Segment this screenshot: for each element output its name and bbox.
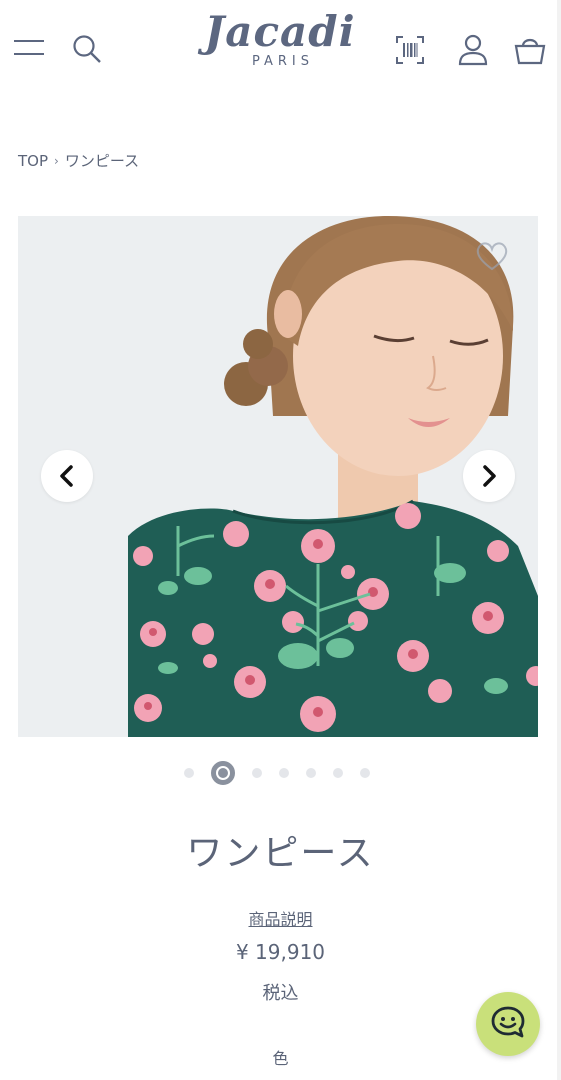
product-description-link[interactable]: 商品説明 — [0, 906, 561, 930]
scrollbar[interactable] — [557, 0, 561, 1080]
color-label: 色 — [272, 1049, 289, 1068]
logo-wordmark: Jacadi — [204, 7, 356, 56]
search-icon[interactable] — [70, 32, 104, 66]
product-title: ワンピース — [186, 833, 375, 874]
header: Jacadi PARIS — [0, 0, 561, 100]
product-photo — [18, 216, 538, 737]
chat-bubble-icon — [490, 1004, 526, 1044]
gallery-dot[interactable] — [305, 768, 316, 778]
gallery-pagination — [0, 760, 561, 786]
gallery-dot[interactable] — [278, 768, 289, 778]
logo-subtitle: PARIS — [251, 54, 315, 69]
gallery-dot[interactable] — [183, 768, 194, 778]
chevron-right-icon[interactable] — [463, 450, 515, 502]
product-image-gallery[interactable] — [18, 216, 538, 737]
tax-note: 税込 — [262, 983, 299, 1004]
gallery-dot[interactable] — [359, 768, 370, 778]
breadcrumb-separator: › — [54, 153, 59, 168]
gallery-dot-active[interactable] — [210, 761, 235, 785]
breadcrumb-home-link[interactable]: TOP — [18, 152, 48, 170]
barcode-scan-icon[interactable] — [393, 33, 427, 67]
user-icon[interactable] — [456, 32, 490, 68]
heart-icon[interactable] — [474, 240, 510, 272]
gallery-dot[interactable] — [251, 768, 262, 778]
breadcrumb: TOP › ワンピース — [18, 150, 139, 171]
brand-logo[interactable]: Jacadi PARIS — [200, 8, 360, 78]
shopping-basket-icon[interactable] — [513, 32, 547, 68]
product-price: ¥ 19,910 — [235, 940, 326, 964]
menu-icon[interactable] — [12, 32, 46, 64]
chevron-left-icon[interactable] — [41, 450, 93, 502]
chat-button[interactable] — [476, 992, 540, 1056]
gallery-dot[interactable] — [332, 768, 343, 778]
breadcrumb-current: ワンピース — [64, 152, 140, 170]
